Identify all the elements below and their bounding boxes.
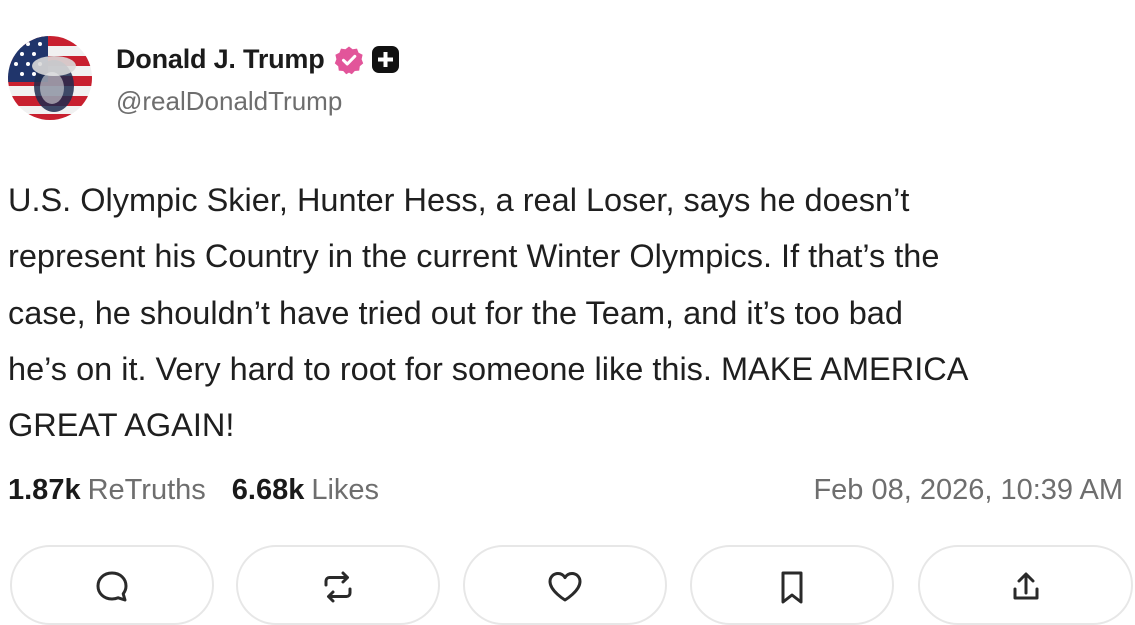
post-card: Donald J. Trump @realDonaldTrump U.S. Ol… (0, 0, 1135, 625)
display-name[interactable]: Donald J. Trump (116, 44, 325, 75)
bookmark-button[interactable] (690, 545, 894, 625)
post-header: Donald J. Trump @realDonaldTrump (8, 36, 399, 120)
share-button[interactable] (918, 545, 1133, 625)
retruths-label[interactable]: ReTruths (88, 474, 206, 507)
name-block: Donald J. Trump @realDonaldTrump (116, 40, 399, 117)
engagement-stats: 1.87k ReTruths 6.68k Likes (8, 470, 379, 510)
avatar[interactable] (8, 36, 92, 120)
likes-label[interactable]: Likes (311, 474, 379, 507)
user-handle[interactable]: @realDonaldTrump (116, 86, 399, 117)
post-timestamp[interactable]: Feb 08, 2026, 10:39 AM (813, 470, 1123, 510)
name-row: Donald J. Trump (116, 40, 399, 80)
action-bar (0, 545, 1135, 625)
plus-badge-icon (371, 46, 399, 73)
retruths-count[interactable]: 1.87k (8, 474, 81, 507)
verified-badge-icon (334, 45, 364, 75)
post-text: U.S. Olympic Skier, Hunter Hess, a real … (8, 182, 969, 444)
likes-count[interactable]: 6.68k (232, 474, 305, 507)
reply-button[interactable] (10, 545, 214, 625)
retruth-button[interactable] (236, 545, 440, 625)
like-button[interactable] (463, 545, 667, 625)
